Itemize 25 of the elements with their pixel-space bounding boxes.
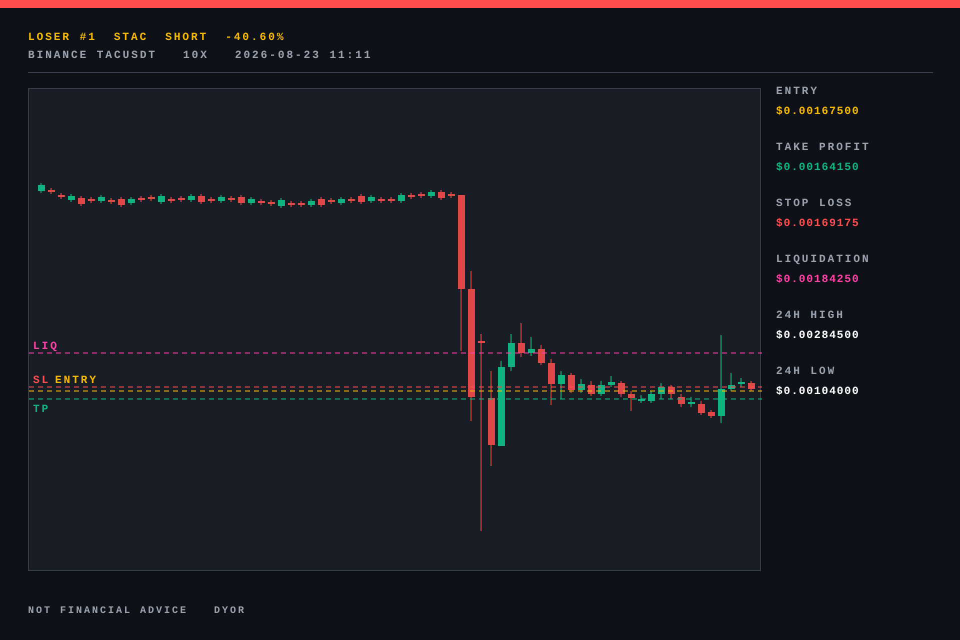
leverage-label: 10X xyxy=(183,49,209,64)
stat-label: 24H HIGH xyxy=(776,309,846,324)
entry-label: ENTRY xyxy=(55,375,98,387)
stat-value: $0.00167500 xyxy=(776,105,861,120)
stop-loss-label: SL xyxy=(33,375,50,387)
rank-label: LOSER #1 xyxy=(28,31,97,46)
stat-label: TAKE PROFIT xyxy=(776,141,871,156)
take-profit-label: TP xyxy=(33,404,50,416)
stat-value: $0.00164150 xyxy=(776,161,861,176)
stat-value: $0.00104000 xyxy=(776,385,861,400)
timestamp-label: 2026-08-23 11:11 xyxy=(234,49,372,64)
exchange-pair-label: BINANCE TACUSDT xyxy=(28,49,158,64)
pnl-percent: -40.60% xyxy=(225,31,286,46)
stat-value: $0.00284500 xyxy=(776,329,861,344)
stat-label: ENTRY xyxy=(776,85,820,100)
stat-value: $0.00184250 xyxy=(776,273,861,288)
disclaimer-text: NOT FINANCIAL ADVICE xyxy=(28,605,188,619)
stat-value: $0.00169175 xyxy=(776,217,861,232)
stat-label: LIQUIDATION xyxy=(776,253,871,268)
liquidation-label: LIQ xyxy=(33,341,59,353)
dyor-text: DYOR xyxy=(214,605,246,619)
side-label: SHORT xyxy=(165,31,208,46)
ticker-label: STAC xyxy=(114,31,148,46)
stat-label: STOP LOSS xyxy=(776,197,854,212)
stat-label: 24H LOW xyxy=(776,365,838,380)
